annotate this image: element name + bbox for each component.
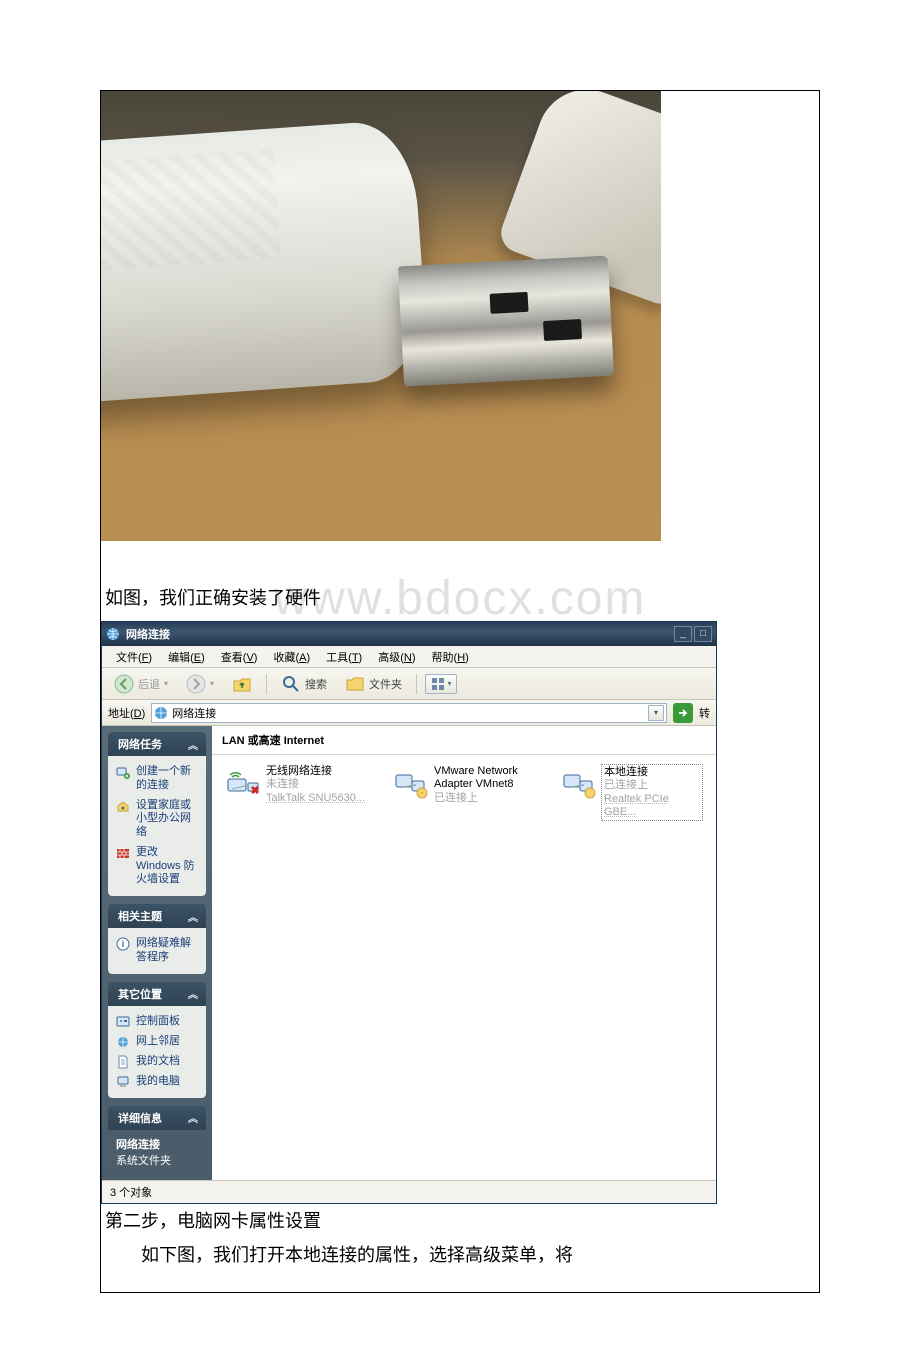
link-network-troubleshooter[interactable]: i 网络疑难解答程序 xyxy=(116,934,198,968)
forward-icon xyxy=(186,674,206,694)
views-icon xyxy=(431,677,445,691)
new-connection-icon xyxy=(116,765,130,779)
search-icon xyxy=(281,674,301,694)
window-titlebar[interactable]: 网络连接 _ □ xyxy=(102,622,716,646)
task-change-firewall[interactable]: 更改 Windows 防火墙设置 xyxy=(116,843,198,890)
status-bar: 3 个对象 xyxy=(102,1180,716,1203)
connection-status: 未连接 xyxy=(266,778,365,791)
menu-bar: 文件(F) 编辑(E) 查看(V) 收藏(A) 工具(T) 高级(N) 帮助(H… xyxy=(102,646,716,668)
category-header: LAN 或高速 Internet xyxy=(212,726,716,755)
panel-other-places: 其它位置 ︽ 控制面板 网上邻居 xyxy=(108,982,206,1098)
content-area: LAN 或高速 Internet 无线网络连接 未连接 TalkTalk SNU… xyxy=(212,726,716,1180)
panel-details: 详细信息 ︽ 网络连接 系统文件夹 xyxy=(108,1106,206,1174)
network-places-icon xyxy=(116,1035,130,1049)
folders-button[interactable]: 文件夹 xyxy=(339,672,408,696)
details-name: 网络连接 xyxy=(116,1136,198,1152)
connection-status: 已连接上 xyxy=(604,779,700,792)
connection-device: Realtek PCIe GBE... xyxy=(604,793,700,819)
menu-help[interactable]: 帮助(H) xyxy=(424,647,477,667)
menu-favorites[interactable]: 收藏(A) xyxy=(265,647,318,667)
caption-hardware-installed: 如图，我们正确安装了硬件 xyxy=(101,581,819,615)
maximize-button[interactable]: □ xyxy=(694,626,712,642)
folders-icon xyxy=(345,674,365,694)
minimize-button[interactable]: _ xyxy=(674,626,692,642)
link-control-panel[interactable]: 控制面板 xyxy=(116,1012,198,1032)
help-icon: i xyxy=(116,937,130,951)
folder-up-icon xyxy=(232,674,252,694)
details-type: 系统文件夹 xyxy=(116,1152,198,1168)
forward-button[interactable]: ▾ xyxy=(180,672,220,696)
panel-header[interactable]: 相关主题 ︽ xyxy=(108,904,206,928)
my-computer-icon xyxy=(116,1075,130,1089)
connection-name: 本地连接 xyxy=(604,766,700,779)
lan-connected-icon xyxy=(394,765,428,799)
control-panel-icon xyxy=(116,1015,130,1029)
connection-name: 无线网络连接 xyxy=(266,765,365,778)
connection-wireless[interactable]: 无线网络连接 未连接 TalkTalk SNU5630... xyxy=(226,765,366,805)
task-setup-home-network[interactable]: 设置家庭或小型办公网络 xyxy=(116,796,198,843)
chevron-down-icon[interactable]: ▾ xyxy=(648,705,664,721)
connection-device: TalkTalk SNU5630... xyxy=(266,792,365,805)
toolbar: 后退 ▾ ▾ 搜索 文件夹 xyxy=(102,668,716,700)
panel-header[interactable]: 其它位置 ︽ xyxy=(108,982,206,1006)
address-value: 网络连接 xyxy=(172,705,648,721)
back-icon xyxy=(114,674,134,694)
link-network-places[interactable]: 网上邻居 xyxy=(116,1032,198,1052)
go-label: 转 xyxy=(699,705,710,721)
address-combo[interactable]: 网络连接 ▾ xyxy=(151,703,667,723)
chevron-up-icon: ︽ xyxy=(188,986,198,1001)
link-my-documents[interactable]: 我的文档 xyxy=(116,1052,198,1072)
lan-connected-icon xyxy=(562,765,596,799)
connection-name: VMware Network Adapter VMnet8 xyxy=(434,765,534,791)
panel-header[interactable]: 网络任务 ︽ xyxy=(108,732,206,756)
back-button[interactable]: 后退 ▾ xyxy=(108,672,174,696)
network-connections-icon xyxy=(154,706,168,720)
menu-tools[interactable]: 工具(T) xyxy=(318,647,370,667)
firewall-icon xyxy=(116,846,130,860)
network-connections-icon xyxy=(106,627,120,641)
menu-advanced[interactable]: 高级(N) xyxy=(370,647,423,667)
my-documents-icon xyxy=(116,1055,130,1069)
step-two-heading: 第二步，电脑网卡属性设置 xyxy=(101,1204,819,1238)
network-connections-window: 网络连接 _ □ 文件(F) 编辑(E) 查看(V) 收藏(A) 工具(T) 高… xyxy=(101,621,717,1204)
chevron-down-icon: ▾ xyxy=(448,679,452,688)
svg-text:i: i xyxy=(122,939,125,949)
chevron-up-icon: ︽ xyxy=(188,909,198,924)
status-text: 3 个对象 xyxy=(110,1187,152,1199)
views-button[interactable]: ▾ xyxy=(425,674,457,694)
go-button[interactable] xyxy=(673,703,693,723)
window-title: 网络连接 xyxy=(126,626,674,642)
task-create-new-connection[interactable]: 创建一个新的连接 xyxy=(116,762,198,796)
address-label: 地址(D) xyxy=(108,705,145,721)
connection-vmnet8[interactable]: VMware Network Adapter VMnet8 已连接上 xyxy=(394,765,534,805)
panel-related-topics: 相关主题 ︽ i 网络疑难解答程序 xyxy=(108,904,206,974)
connection-status: 已连接上 xyxy=(434,792,534,805)
panel-header[interactable]: 详细信息 ︽ xyxy=(108,1106,206,1130)
task-pane: 网络任务 ︽ 创建一个新的连接 设置家庭或小型办公网络 xyxy=(102,726,212,1180)
menu-view[interactable]: 查看(V) xyxy=(213,647,266,667)
home-network-icon xyxy=(116,799,130,813)
chevron-up-icon: ︽ xyxy=(188,1110,198,1125)
menu-file[interactable]: 文件(F) xyxy=(108,647,160,667)
address-bar: 地址(D) 网络连接 ▾ 转 xyxy=(102,700,716,726)
menu-edit[interactable]: 编辑(E) xyxy=(160,647,213,667)
wireless-disconnected-icon xyxy=(226,765,260,799)
search-button[interactable]: 搜索 xyxy=(275,672,333,696)
connection-local-area[interactable]: 本地连接 已连接上 Realtek PCIe GBE... xyxy=(562,765,702,820)
panel-network-tasks: 网络任务 ︽ 创建一个新的连接 设置家庭或小型办公网络 xyxy=(108,732,206,896)
usb-adapter-photo xyxy=(101,91,661,541)
chevron-up-icon: ︽ xyxy=(188,737,198,752)
link-my-computer[interactable]: 我的电脑 xyxy=(116,1072,198,1092)
step-two-body: 如下图，我们打开本地连接的属性，选择高级菜单，将 xyxy=(101,1238,819,1272)
up-button[interactable] xyxy=(226,672,258,696)
